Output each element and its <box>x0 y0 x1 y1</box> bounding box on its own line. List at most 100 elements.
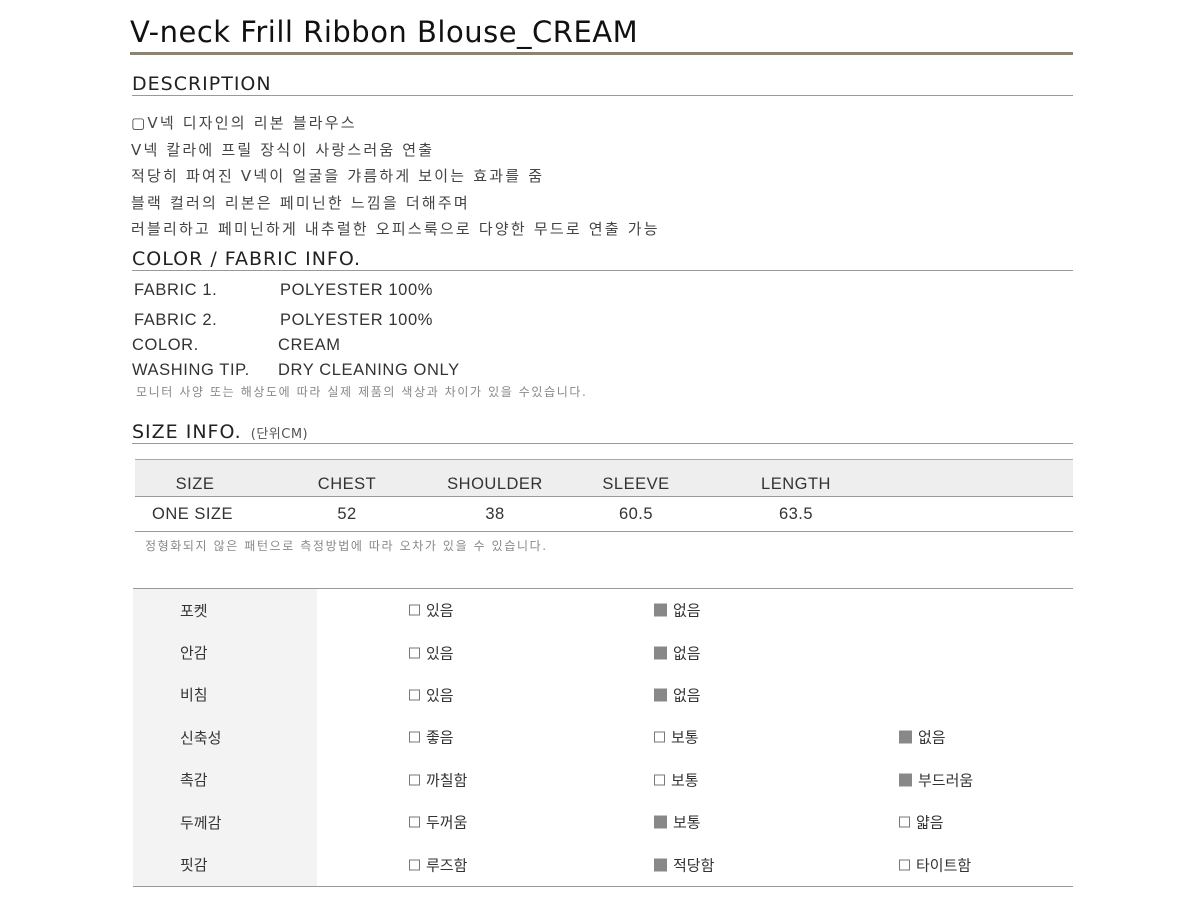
attributes-table: 포켓 있음 없음 안감 있음 없음 비침 있음 없음 신축성 좋음 보통 없음 촉감 까칠함 보통 부드러움 두께… <box>133 588 1073 887</box>
attribute-label-cell: 비침 <box>133 673 317 717</box>
description-body: ▢V넥 디자인의 리본 블라우스 V넥 칼라에 프릴 장식이 사랑스러움 연출 … <box>131 110 1071 243</box>
fabric-heading: COLOR / FABRIC INFO. <box>132 248 1073 271</box>
unchecked-box-icon <box>654 774 665 786</box>
attribute-option-label: 보통 <box>673 813 701 832</box>
unchecked-box-icon <box>899 816 910 828</box>
attribute-row: 안감 있음 없음 <box>133 631 1073 674</box>
attribute-option-label: 까칠함 <box>426 771 468 790</box>
attribute-option-label: 있음 <box>426 644 454 663</box>
description-heading: DESCRIPTION <box>132 73 1073 96</box>
attribute-row: 신축성 좋음 보통 없음 <box>133 716 1073 759</box>
size-note: 정형화되지 않은 패턴으로 측정방법에 따라 오차가 있을 수 있습니다. <box>145 539 548 553</box>
attribute-option-label: 얇음 <box>916 813 944 832</box>
attribute-option-label: 없음 <box>673 686 701 705</box>
attribute-option: 보통 <box>654 769 699 790</box>
fabric-key: WASHING TIP. <box>132 361 250 379</box>
checked-box-icon <box>654 603 667 617</box>
attribute-label: 포켓 <box>180 601 208 620</box>
color-row: COLOR. CREAM <box>132 333 834 358</box>
attribute-label-cell: 두께감 <box>133 800 317 844</box>
fabric-row: FABRIC 2. POLYESTER 100% <box>134 308 834 333</box>
attribute-option: 얇음 <box>899 812 944 833</box>
checked-box-icon <box>654 858 667 872</box>
attribute-options: 있음 없음 <box>317 674 1073 716</box>
attribute-option: 까칠함 <box>409 769 467 790</box>
attribute-label: 두께감 <box>180 813 222 832</box>
size-heading: SIZE INFO. (단위CM) <box>132 421 1073 444</box>
size-heading-text: SIZE INFO. <box>132 421 242 443</box>
description-line: 블랙 컬러의 리본은 페미닌한 느낌을 더해주며 <box>131 193 470 212</box>
description-line: ▢V넥 디자인의 리본 블라우스 <box>131 114 357 132</box>
attribute-options: 있음 없음 <box>317 589 1073 632</box>
attribute-label-cell: 안감 <box>133 631 317 674</box>
table-row: ONE SIZE 52 38 60.5 63.5 <box>135 496 1073 532</box>
fabric-key: FABRIC 1. <box>134 281 218 299</box>
size-col-header: SLEEVE <box>551 459 721 497</box>
attribute-options: 두꺼움 보통 얇음 <box>317 801 1073 843</box>
attribute-option: 있음 <box>409 642 454 663</box>
attribute-row: 두께감 두꺼움 보통 얇음 <box>133 800 1073 844</box>
fabric-row: FABRIC 1. POLYESTER 100% <box>134 278 834 303</box>
attribute-option: 없음 <box>899 727 946 748</box>
attribute-row: 포켓 있음 없음 <box>133 588 1073 632</box>
attribute-option-label: 두꺼움 <box>426 813 468 832</box>
attribute-option-label: 없음 <box>673 601 701 620</box>
attribute-option: 보통 <box>654 727 699 748</box>
attribute-option: 두꺼움 <box>409 812 467 833</box>
attribute-option-label: 부드러움 <box>918 771 974 790</box>
size-col-header: LENGTH <box>721 459 871 497</box>
size-cell <box>871 496 1073 532</box>
attribute-option: 있음 <box>409 600 454 621</box>
attribute-row: 촉감 까칠함 보통 부드러움 <box>133 758 1073 801</box>
unchecked-box-icon <box>654 731 665 743</box>
checked-box-icon <box>899 773 912 787</box>
attribute-option: 타이트함 <box>899 854 971 875</box>
attribute-label: 핏감 <box>180 856 208 875</box>
attribute-label: 비침 <box>180 686 208 705</box>
fabric-info: FABRIC 1. POLYESTER 100% FABRIC 2. POLYE… <box>132 278 834 400</box>
attribute-option-label: 있음 <box>426 601 454 620</box>
monitor-note: 모니터 사양 또는 해상도에 따라 실제 제품의 색상과 차이가 있을 수있습니… <box>136 385 588 399</box>
attribute-options: 있음 없음 <box>317 631 1073 673</box>
attribute-option-label: 보통 <box>671 728 699 747</box>
attribute-options: 루즈함 적당함 타이트함 <box>317 843 1073 886</box>
description-line: 적당히 파여진 V넥이 얼굴을 갸름하게 보이는 효과를 줌 <box>131 167 545 186</box>
checked-box-icon <box>654 646 667 660</box>
checked-box-icon <box>899 730 912 744</box>
attribute-label-cell: 포켓 <box>133 588 317 632</box>
attribute-label: 촉감 <box>180 771 208 790</box>
size-cell: 60.5 <box>551 496 721 532</box>
description-line: 러블리하고 페미닌하게 내추럴한 오피스룩으로 다양한 무드로 연출 가능 <box>131 220 660 239</box>
attribute-option-label: 루즈함 <box>426 856 468 875</box>
fabric-value: POLYESTER 100% <box>280 311 433 329</box>
unchecked-box-icon <box>409 689 420 701</box>
attribute-label: 신축성 <box>180 728 222 747</box>
attribute-option-label: 없음 <box>673 644 701 663</box>
size-cell: 63.5 <box>721 496 871 532</box>
unchecked-box-icon <box>409 859 420 871</box>
attribute-label-cell: 핏감 <box>133 843 317 887</box>
attribute-label-cell: 촉감 <box>133 758 317 801</box>
attribute-options: 까칠함 보통 부드러움 <box>317 759 1073 801</box>
attribute-option-label: 있음 <box>426 686 454 705</box>
checked-box-icon <box>654 815 667 829</box>
attribute-row: 핏감 루즈함 적당함 타이트함 <box>133 843 1073 887</box>
attribute-option: 없음 <box>654 600 701 621</box>
size-cell: 52 <box>255 496 439 532</box>
size-table: SIZE CHEST SHOULDER SLEEVE LENGTH ONE SI… <box>135 459 1073 532</box>
attribute-option-label: 보통 <box>671 771 699 790</box>
attribute-option-label: 타이트함 <box>916 856 972 875</box>
unchecked-box-icon <box>409 731 420 743</box>
attribute-row: 비침 있음 없음 <box>133 673 1073 717</box>
fabric-key: COLOR. <box>132 336 199 354</box>
size-col-header: CHEST <box>255 459 439 497</box>
unchecked-box-icon <box>409 816 420 828</box>
attribute-option: 루즈함 <box>409 854 467 875</box>
attribute-option-label: 적당함 <box>673 856 715 875</box>
size-cell: 38 <box>439 496 551 532</box>
attribute-option: 없음 <box>654 642 701 663</box>
attribute-option: 있음 <box>409 684 454 705</box>
size-cell: ONE SIZE <box>135 496 255 532</box>
attribute-option-label: 없음 <box>918 728 946 747</box>
size-col-header: SHOULDER <box>439 459 551 497</box>
